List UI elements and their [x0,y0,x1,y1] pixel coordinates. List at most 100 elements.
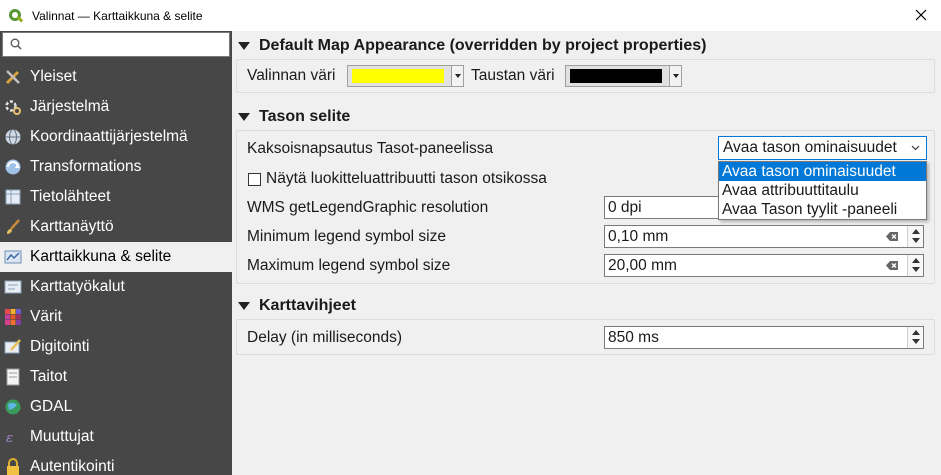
sidebar-item-label: Koordinaattijärjestelmä [30,128,188,145]
gdal-icon [5,399,21,415]
double-click-dropdown-list: Avaa tason ominaisuudet Avaa attribuutti… [718,161,927,220]
sidebar-item-gdal[interactable]: GDAL [0,392,232,422]
sidebar-item-label: Autentikointi [30,458,115,475]
sidebar-item-digitointi[interactable]: Digitointi [0,332,232,362]
sidebar-item-label: Digitointi [30,338,90,355]
chevron-down-icon [911,145,920,151]
title-bar: Valinnat — Karttaikkuna & selite [0,0,941,31]
sidebar-item-label: Karttaikkuna & selite [30,248,172,265]
digitize-icon [4,339,21,354]
clear-icon[interactable] [886,260,899,271]
selection-color-swatch [352,69,444,83]
spin-up-icon[interactable] [912,229,920,234]
table-icon [5,189,21,205]
wms-resolution-value: 0 dpi [608,199,642,216]
sidebar-item-yleiset[interactable]: Yleiset [0,62,232,92]
double-click-select[interactable]: Avaa tason ominaisuudet [718,136,927,160]
sidebar-item-label: Järjestelmä [30,98,110,115]
search-icon [10,38,22,50]
sidebar-item-label: Karttatyökalut [30,278,125,295]
sidebar-item-karttanaytto[interactable]: Karttanäyttö [0,212,232,242]
spin-down-icon[interactable] [912,238,920,243]
spin-arrows[interactable] [907,327,923,348]
svg-text:ε: ε [6,431,13,446]
max-symbol-spinbox[interactable]: 20,00 mm [604,254,924,277]
sidebar-item-label: Taitot [30,368,68,385]
qgis-icon [9,8,24,23]
background-color-swatch [570,69,662,83]
max-symbol-label: Maximum legend symbol size [247,257,451,274]
sidebar-item-label: Karttanäyttö [30,218,114,235]
chevron-down-icon[interactable] [451,66,463,86]
sidebar-item-karttatyokalut[interactable]: Karttatyökalut [0,272,232,302]
background-color-label: Taustan väri [471,67,555,84]
lock-icon [7,458,19,475]
chevron-down-icon[interactable] [669,66,681,86]
spin-up-icon[interactable] [912,330,920,335]
section-layer-legend-header[interactable]: Tason selite [236,104,350,130]
min-symbol-label: Minimum legend symbol size [247,228,446,245]
collapse-triangle-icon [238,113,250,121]
collapse-triangle-icon [238,42,250,50]
sidebar-item-taitot[interactable]: Taitot [0,362,232,392]
sidebar-nav: Yleiset Järjestelmä Koordinaattijärjeste… [0,62,232,475]
section-map-appearance-header[interactable]: Default Map Appearance (overridden by pr… [236,33,707,59]
spin-down-icon[interactable] [912,267,920,272]
clear-icon[interactable] [886,231,899,242]
delay-label: Delay (in milliseconds) [247,329,403,346]
sidebar-item-label: GDAL [30,398,73,415]
sidebar-item-karttaikkuna-selite[interactable]: Karttaikkuna & selite [0,242,232,272]
sidebar-item-label: Yleiset [30,68,77,85]
dropdown-option[interactable]: Avaa tason ominaisuudet [719,162,926,181]
double-click-label: Kaksoisnapsautus Tasot-paneelissa [247,140,494,157]
show-classification-label: Näytä luokitteluattribuutti tason otsiko… [266,170,547,187]
delay-spinbox[interactable]: 850 ms [604,326,924,349]
system-icon [5,100,21,115]
spin-arrows[interactable] [907,226,923,247]
tools-icon [5,70,20,85]
section-title: Tason selite [259,108,351,125]
sidebar-item-transformations[interactable]: Transformations [0,152,232,182]
section-map-tips-header[interactable]: Karttavihjeet [236,293,356,319]
map-tools-icon [4,280,22,294]
spin-arrows[interactable] [907,255,923,276]
sidebar-item-label: Muuttujat [30,428,94,445]
colors-icon [5,309,21,325]
map-legend-icon [4,250,22,264]
min-symbol-value: 0,10 mm [608,228,669,245]
close-icon[interactable] [911,5,931,25]
sidebar-item-tietolahteet[interactable]: Tietolähteet [0,182,232,212]
spin-down-icon[interactable] [912,339,920,344]
variables-icon: ε [6,431,13,446]
sidebar-item-varit[interactable]: Värit [0,302,232,332]
selection-color-button[interactable] [347,65,464,87]
section-title: Default Map Appearance (overridden by pr… [259,37,707,54]
window-title: Valinnat — Karttaikkuna & selite [32,8,203,23]
layout-icon [6,368,20,386]
section-title: Karttavihjeet [259,297,356,314]
spin-up-icon[interactable] [912,258,920,263]
sidebar-item-jarjestelma[interactable]: Järjestelmä [0,92,232,122]
show-classification-checkbox[interactable] [248,173,261,186]
sidebar: Yleiset Järjestelmä Koordinaattijärjeste… [0,31,232,475]
sidebar-item-autentikointi[interactable]: Autentikointi [0,452,232,475]
max-symbol-value: 20,00 mm [608,257,677,274]
wms-resolution-label: WMS getLegendGraphic resolution [247,199,489,216]
background-color-button[interactable] [565,65,682,87]
collapse-triangle-icon [238,302,250,310]
transform-icon [5,159,21,175]
double-click-value: Avaa tason ominaisuudet [723,139,897,156]
globe-icon [5,129,21,145]
selection-color-label: Valinnan väri [247,67,336,84]
dropdown-option[interactable]: Avaa attribuuttitaulu [719,181,926,200]
search-input[interactable] [2,32,230,57]
delay-value: 850 ms [608,329,659,346]
sidebar-item-koordinaattijarjestelma[interactable]: Koordinaattijärjestelmä [0,122,232,152]
sidebar-item-muuttujat[interactable]: ε Muuttujat [0,422,232,452]
brush-icon [7,219,20,234]
dropdown-option[interactable]: Avaa Tason tyylit -paneeli [719,200,926,219]
sidebar-item-label: Värit [30,308,62,325]
settings-panel: Default Map Appearance (overridden by pr… [232,31,941,475]
min-symbol-spinbox[interactable]: 0,10 mm [604,225,924,248]
sidebar-item-label: Tietolähteet [30,188,111,205]
